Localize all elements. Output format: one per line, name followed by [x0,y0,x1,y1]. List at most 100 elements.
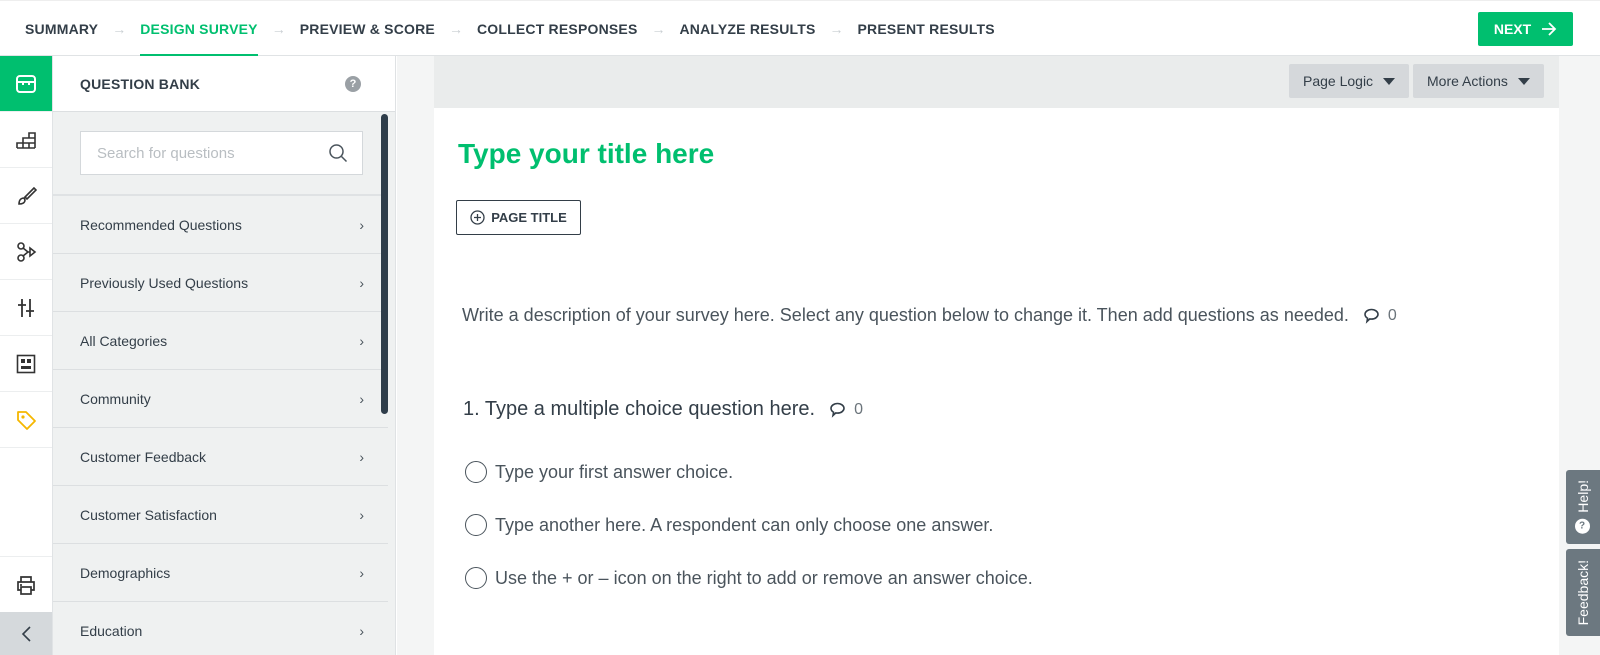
survey-page: Type your title here PAGE TITLE Write a … [434,108,1559,655]
page-title-button-label: PAGE TITLE [491,210,567,225]
comment-icon [1364,308,1379,324]
rail-logic[interactable] [0,224,52,280]
help-icon[interactable]: ? [345,75,361,92]
rail-design[interactable] [0,168,52,224]
next-button[interactable]: NEXT [1478,12,1573,46]
category-label: Education [80,622,143,639]
comment-count: 0 [854,400,863,418]
question-1[interactable]: 1. Type a multiple choice question here.… [463,398,863,421]
help-tab-label: Help! [1575,480,1591,513]
tag-icon [17,410,36,430]
category-label: Demographics [80,564,171,581]
chevron-left-icon [21,625,31,642]
step-design-survey[interactable]: DESIGN SURVEY [140,1,258,57]
question-bank-header: QUESTION BANK ? [53,56,395,112]
category-previously-used-questions[interactable]: Previously Used Questions › [53,254,388,312]
description-comments[interactable]: 0 [1363,307,1397,325]
paintbrush-icon [18,186,37,205]
step-present-results[interactable]: PRESENT RESULTS [858,1,995,57]
rail-options[interactable] [0,280,52,336]
category-demographics[interactable]: Demographics › [53,544,388,602]
printer-icon [17,575,35,595]
rail-tags[interactable] [0,392,52,448]
category-customer-satisfaction[interactable]: Customer Satisfaction › [53,486,388,544]
panel-scrollbar[interactable] [381,114,388,414]
step-arrow-icon: → [112,21,127,37]
radio-button[interactable] [465,567,487,589]
question-bank-icon [16,74,36,93]
chevron-right-icon: › [359,506,364,523]
top-navigation: SUMMARY → DESIGN SURVEY → PREVIEW & SCOR… [0,0,1600,57]
answer-text: Type another here. A respondent can only… [495,514,994,535]
comment-icon [830,402,845,418]
add-page-title-button[interactable]: PAGE TITLE [456,200,581,235]
page-logic-button[interactable]: Page Logic [1289,64,1410,98]
builder-blocks-icon [16,131,36,149]
feedback-tab[interactable]: Feedback! [1566,549,1600,636]
icon-rail [0,56,53,655]
category-recommended-questions[interactable]: Recommended Questions › [53,196,388,254]
caret-down-icon [1517,77,1530,85]
more-actions-button[interactable]: More Actions [1413,64,1544,98]
more-actions-label: More Actions [1427,73,1508,89]
step-collect-responses[interactable]: COLLECT RESPONSES [477,1,638,57]
category-customer-feedback[interactable]: Customer Feedback › [53,428,388,486]
step-arrow-icon: → [829,21,844,37]
chevron-right-icon: › [359,564,364,581]
category-label: Community [80,390,151,407]
category-label: Customer Satisfaction [80,506,217,523]
chevron-right-icon: › [359,274,364,291]
comment-count: 0 [1387,306,1397,324]
search-icon[interactable] [328,143,348,163]
chevron-right-icon: › [359,332,364,349]
survey-canvas: Page Logic More Actions Type your title … [397,56,1600,655]
step-arrow-icon: → [448,21,463,37]
survey-description-text: Write a description of your survey here.… [462,305,1349,325]
category-label: All Categories [80,332,168,349]
search-input[interactable] [97,144,317,162]
question-text: 1. Type a multiple choice question here. [463,398,816,420]
radio-button[interactable] [465,461,487,483]
arrow-right-icon [1542,22,1557,36]
collapse-panel-button[interactable] [0,612,52,655]
category-all-categories[interactable]: All Categories › [53,312,388,370]
survey-description[interactable]: Write a description of your survey here.… [462,305,1397,326]
answer-choice[interactable]: Type another here. A respondent can only… [465,514,993,536]
step-arrow-icon: → [271,21,286,37]
rail-layout[interactable] [0,336,52,392]
question-bank-panel: QUESTION BANK ? Recommended Questions › P… [53,56,396,655]
chevron-right-icon: › [359,216,364,233]
chevron-right-icon: › [359,390,364,407]
category-education[interactable]: Education › [53,602,388,655]
page-logic-label: Page Logic [1303,73,1374,89]
logic-branch-icon [17,241,37,262]
step-summary[interactable]: SUMMARY [25,1,98,57]
chevron-right-icon: › [359,448,364,465]
rail-builder[interactable] [0,112,52,168]
chevron-right-icon: › [359,622,364,639]
step-preview-score[interactable]: PREVIEW & SCORE [300,1,435,57]
category-community[interactable]: Community › [53,370,388,428]
print-button[interactable] [0,556,52,612]
rail-question-bank[interactable] [0,56,52,112]
plus-circle-icon [470,210,485,225]
question-comments[interactable]: 0 [829,401,863,419]
workflow-steps: SUMMARY → DESIGN SURVEY → PREVIEW & SCOR… [25,1,995,57]
rail-bottom [0,556,52,655]
page-toolbar: Page Logic More Actions [434,56,1559,108]
category-label: Previously Used Questions [80,274,249,291]
layout-icon [16,354,36,373]
answer-choice[interactable]: Use the + or – icon on the right to add … [465,567,1033,589]
category-label: Recommended Questions [80,216,242,233]
help-tab[interactable]: ? Help! [1566,470,1600,544]
search-box [80,131,363,175]
sliders-icon [18,298,34,317]
radio-button[interactable] [465,514,487,536]
step-analyze-results[interactable]: ANALYZE RESULTS [680,1,816,57]
answer-choice[interactable]: Type your first answer choice. [465,461,733,483]
survey-title[interactable]: Type your title here [458,138,714,170]
search-area [53,112,388,196]
help-circle-icon: ? [1575,518,1591,534]
feedback-tab-label: Feedback! [1575,559,1591,626]
step-arrow-icon: → [651,21,666,37]
